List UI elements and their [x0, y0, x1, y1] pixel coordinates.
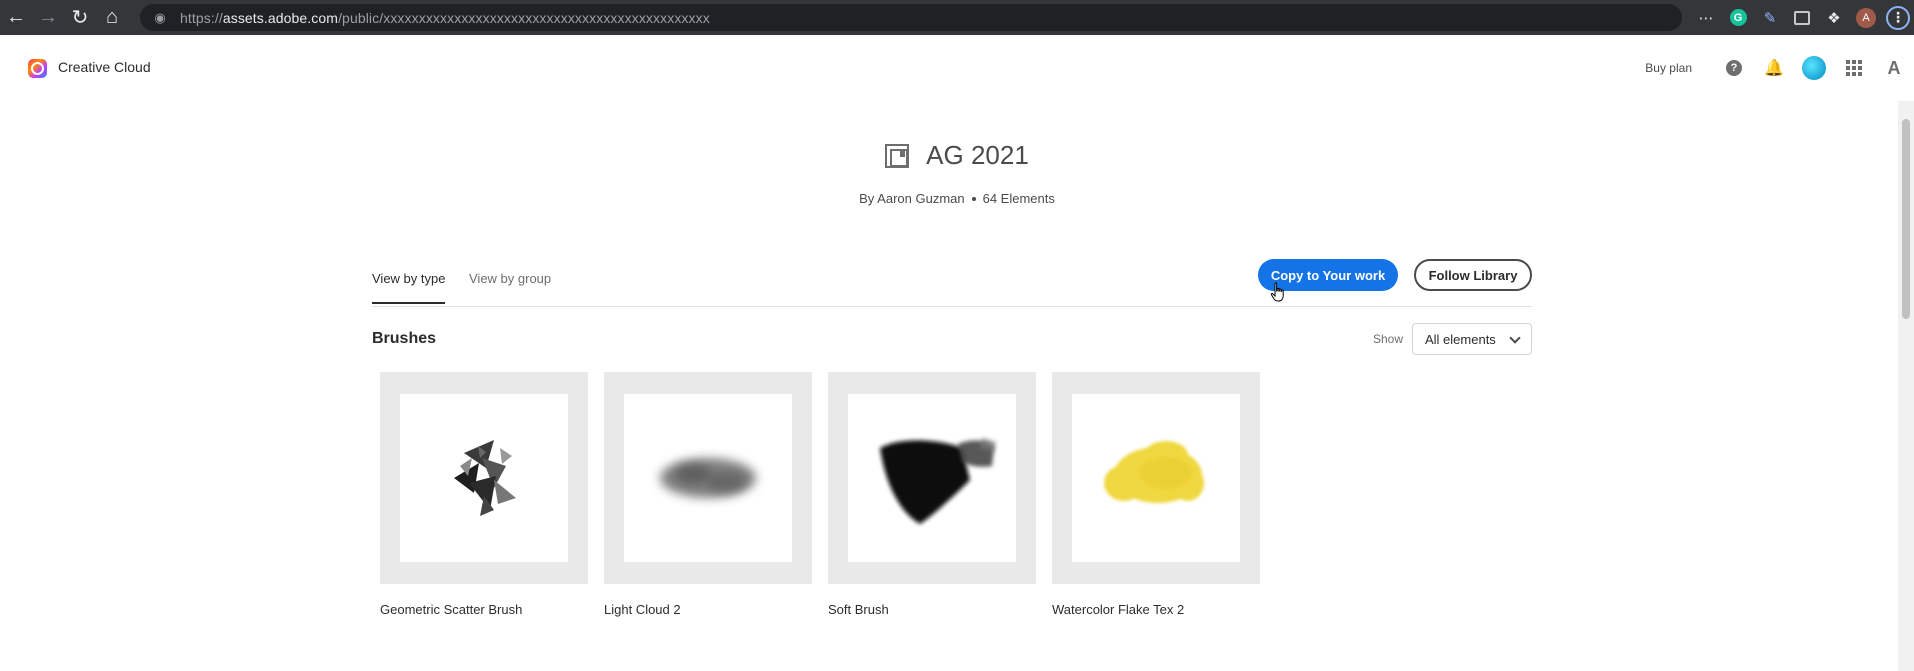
geometric-scatter-swatch-icon	[454, 440, 516, 516]
reload-icon[interactable]: ↻	[64, 0, 96, 35]
brush-thumbnail	[1072, 394, 1240, 562]
app-header: Creative Cloud Buy plan ? 🔔 A	[0, 35, 1914, 101]
chevron-down-icon	[1509, 332, 1521, 344]
brush-card[interactable]: Soft Brush	[828, 372, 1036, 617]
library-author: By Aaron Guzman	[859, 191, 965, 206]
watercolor-flake-swatch-icon	[1104, 441, 1204, 503]
library-title: AG 2021	[926, 140, 1029, 170]
page-scrollbar[interactable]	[1898, 101, 1914, 671]
more-dots-icon[interactable]: ⋯	[1690, 0, 1722, 35]
forward-arrow-icon[interactable]: →	[32, 0, 64, 35]
brush-name: Geometric Scatter Brush	[380, 602, 523, 617]
brush-thumbnail	[848, 394, 1016, 562]
site-info-icon[interactable]: ◉	[152, 10, 168, 26]
extensions-area: ⋯ G ✎ ❖ A ⋮	[1690, 0, 1914, 35]
filter-selected-value: All elements	[1425, 331, 1496, 347]
address-bar[interactable]: ◉ https://assets.adobe.com/public/xxxxxx…	[140, 4, 1682, 31]
url-text: https://assets.adobe.com/public/xxxxxxxx…	[180, 9, 710, 26]
light-cloud-swatch-icon	[660, 458, 756, 498]
show-filter-dropdown[interactable]: All elements	[1412, 323, 1532, 355]
brush-thumbnail-frame[interactable]	[828, 372, 1036, 584]
apps-grid-icon[interactable]	[1834, 35, 1874, 101]
library-title-row: AG 2021	[0, 140, 1914, 171]
pen-icon[interactable]: ✎	[1754, 0, 1786, 35]
profile-avatar[interactable]: A	[1850, 0, 1882, 35]
extensions-puzzle-icon[interactable]: ❖	[1818, 0, 1850, 35]
brush-card[interactable]: Watercolor Flake Tex 2	[1052, 372, 1260, 617]
brush-thumbnail-frame[interactable]	[1052, 372, 1260, 584]
app-title[interactable]: Creative Cloud	[58, 59, 151, 75]
brush-thumbnail	[400, 394, 568, 562]
library-meta: By Aaron Guzman 64 Elements	[0, 191, 1914, 206]
home-icon[interactable]: ⌂	[96, 0, 128, 35]
tab-view-by-type[interactable]: View by type	[372, 271, 446, 304]
notifications-bell-icon[interactable]: 🔔	[1754, 35, 1794, 101]
grammarly-icon[interactable]: G	[1722, 0, 1754, 35]
meta-separator	[971, 196, 976, 201]
adobe-logo-icon[interactable]: A	[1874, 35, 1914, 101]
header-actions: Buy plan ? 🔔 A	[1645, 35, 1914, 101]
library-icon	[885, 143, 910, 168]
follow-library-button[interactable]: Follow Library	[1414, 259, 1532, 291]
screenshot-extension-icon[interactable]	[1786, 0, 1818, 35]
brush-thumbnail	[624, 394, 792, 562]
user-profile-avatar[interactable]	[1794, 35, 1834, 101]
brush-card[interactable]: Light Cloud 2	[604, 372, 812, 617]
soft-brush-swatch-icon	[880, 438, 996, 524]
show-filter-label: Show	[1373, 332, 1404, 346]
chrome-menu-icon[interactable]: ⋮	[1882, 0, 1914, 35]
hand-pointer-cursor-icon	[1270, 282, 1284, 302]
browser-toolbar: ← → ↻ ⌂ ◉ https://assets.adobe.com/publi…	[0, 0, 1914, 35]
brush-name: Watercolor Flake Tex 2	[1052, 602, 1185, 617]
brush-name: Soft Brush	[828, 602, 889, 617]
creative-cloud-logo-icon[interactable]	[28, 59, 47, 78]
tab-view-by-group[interactable]: View by group	[469, 271, 551, 298]
back-arrow-icon[interactable]: ←	[0, 0, 32, 35]
help-icon[interactable]: ?	[1714, 35, 1754, 101]
brush-thumbnail-frame[interactable]	[604, 372, 812, 584]
section-title-brushes: Brushes	[372, 330, 437, 347]
brush-thumbnail-frame[interactable]	[380, 372, 588, 584]
buy-plan-link[interactable]: Buy plan	[1645, 61, 1692, 75]
brush-card[interactable]: Geometric Scatter Brush	[380, 372, 588, 617]
library-element-count: 64 Elements	[982, 191, 1055, 206]
brush-name: Light Cloud 2	[604, 602, 681, 617]
